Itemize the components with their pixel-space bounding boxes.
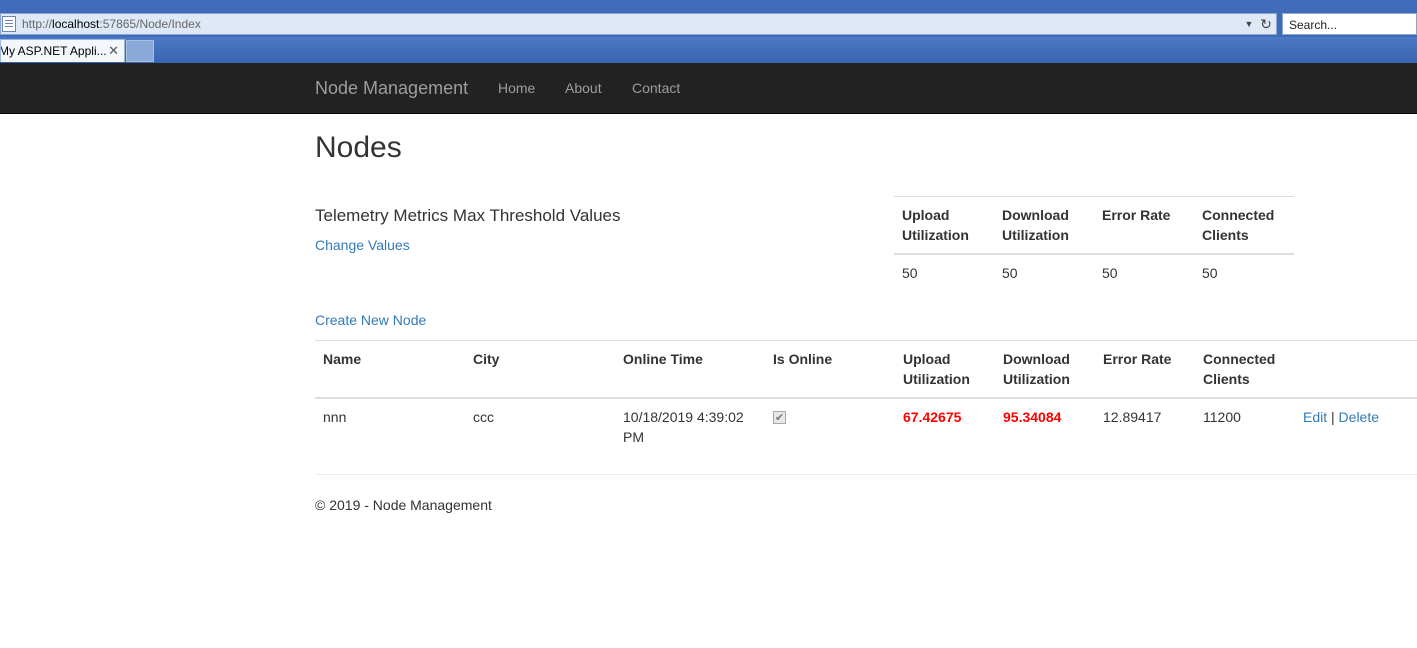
header-connected: Connected Clients — [1195, 340, 1295, 399]
cell-error-rate: 12.89417 — [1095, 397, 1195, 455]
change-values-link[interactable]: Change Values — [315, 237, 410, 253]
threshold-header-error-rate: Error Rate — [1094, 196, 1194, 255]
nav-home-link[interactable]: Home — [498, 80, 535, 96]
refresh-icon[interactable]: ↻ — [1256, 16, 1276, 33]
new-tab-button[interactable] — [126, 40, 154, 62]
nodes-header-row: Name City Online Time Is Online Upload Ut… — [315, 340, 1417, 399]
header-is-online: Is Online — [765, 340, 895, 399]
nav-contact-link[interactable]: Contact — [632, 80, 680, 96]
tab-title: My ASP.NET Appli... — [0, 44, 107, 58]
browser-tab[interactable]: My ASP.NET Appli... ✕ — [0, 39, 125, 62]
threshold-download-value: 50 — [994, 253, 1094, 291]
threshold-header-connected: Connected Clients — [1194, 196, 1294, 255]
page-title: Nodes — [315, 131, 402, 164]
header-online-time: Online Time — [615, 340, 765, 399]
cell-upload: 67.42675 — [895, 397, 995, 455]
url-text[interactable]: http://localhost:57865/Node/Index — [22, 17, 1242, 31]
threshold-values-row: 50 50 50 50 — [894, 253, 1294, 291]
header-download: Download Utilization — [995, 340, 1095, 399]
page-icon — [2, 16, 16, 32]
threshold-header-upload: Upload Utilization — [894, 196, 994, 255]
header-error-rate: Error Rate — [1095, 340, 1195, 399]
browser-address-row: http://localhost:57865/Node/Index ▼ ↻ Se… — [0, 12, 1417, 37]
address-bar[interactable]: http://localhost:57865/Node/Index ▼ ↻ — [0, 13, 1277, 35]
address-dropdown-icon[interactable]: ▼ — [1242, 19, 1256, 29]
delete-link[interactable]: Delete — [1339, 409, 1379, 425]
url-host: localhost — [52, 17, 100, 31]
header-actions — [1295, 340, 1417, 399]
footer-text: © 2019 - Node Management — [315, 497, 492, 513]
threshold-header-row: Upload Utilization Download Utilization Er… — [894, 196, 1294, 255]
header-upload: Upload Utilization — [895, 340, 995, 399]
threshold-header-download: Download Utilization — [994, 196, 1094, 255]
cell-is-online — [765, 397, 895, 455]
create-new-node-link[interactable]: Create New Node — [315, 312, 426, 328]
nodes-table: Name City Online Time Is Online Upload Ut… — [315, 340, 1417, 455]
is-online-checkbox — [773, 408, 786, 428]
browser-tab-row: My ASP.NET Appli... ✕ — [0, 37, 1417, 63]
edit-link[interactable]: Edit — [1303, 409, 1327, 425]
top-navbar: Node Management Home About Contact — [0, 63, 1417, 114]
browser-search-input[interactable]: Search... — [1282, 13, 1417, 35]
tab-close-icon[interactable]: ✕ — [108, 43, 119, 59]
threshold-connected-value: 50 — [1194, 253, 1294, 291]
cell-name: nnn — [315, 397, 465, 455]
navbar-brand[interactable]: Node Management — [315, 78, 468, 99]
cell-city: ccc — [465, 397, 615, 455]
url-prefix: http:// — [22, 17, 53, 31]
url-rest: :57865/Node/Index — [99, 17, 201, 31]
threshold-heading: Telemetry Metrics Max Threshold Values — [315, 206, 621, 225]
cell-actions: Edit | Delete — [1295, 397, 1417, 455]
cell-online-time: 10/18/2019 4:39:02 PM — [615, 397, 765, 455]
browser-title-bar — [0, 0, 1417, 12]
table-row: nnn ccc 10/18/2019 4:39:02PM 67.42675 95… — [315, 397, 1417, 455]
cell-download: 95.34084 — [995, 397, 1095, 455]
threshold-table: Upload Utilization Download Utilization Er… — [894, 196, 1294, 291]
cell-connected: 11200 — [1195, 397, 1295, 455]
threshold-upload-value: 50 — [894, 253, 994, 291]
header-city: City — [465, 340, 615, 399]
action-separator: | — [1331, 409, 1335, 425]
nav-about-link[interactable]: About — [565, 80, 602, 96]
header-name: Name — [315, 340, 465, 399]
footer-divider — [315, 474, 1417, 475]
threshold-error-rate-value: 50 — [1094, 253, 1194, 291]
